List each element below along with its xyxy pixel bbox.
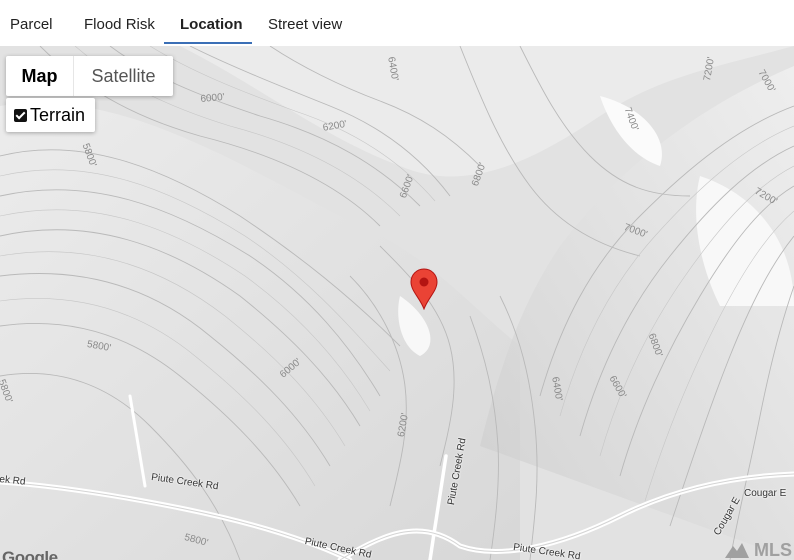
terrain-checkbox[interactable] xyxy=(14,108,27,122)
mountain-icon xyxy=(725,543,749,558)
map-type-control: Map Satellite xyxy=(6,56,173,96)
tab-flood-risk[interactable]: Flood Risk xyxy=(84,0,155,46)
terrain-label: Terrain xyxy=(30,104,86,125)
mls-logo: MLS xyxy=(724,540,792,560)
map-marker-icon[interactable] xyxy=(410,268,438,310)
tab-bar: Parcel Flood Risk Location Street view xyxy=(0,0,794,46)
map-type-satellite-button[interactable]: Satellite xyxy=(74,56,173,96)
terrain-toggle[interactable]: Terrain xyxy=(6,98,95,132)
tab-parcel[interactable]: Parcel xyxy=(10,0,53,46)
map-canvas[interactable]: 6400' 7000' 6000' 6200' 7200' 7400' 5800… xyxy=(0,46,794,560)
google-logo: Google xyxy=(2,548,58,560)
map-type-map-button[interactable]: Map xyxy=(6,56,74,96)
active-tab-indicator xyxy=(164,42,252,44)
contour-label: 6000' xyxy=(200,91,226,105)
terrain-relief xyxy=(0,46,794,560)
tab-street-view[interactable]: Street view xyxy=(268,0,342,46)
tab-location[interactable]: Location xyxy=(180,0,243,46)
mls-text: MLS xyxy=(754,539,792,560)
road-label: Cougar E xyxy=(744,488,787,499)
